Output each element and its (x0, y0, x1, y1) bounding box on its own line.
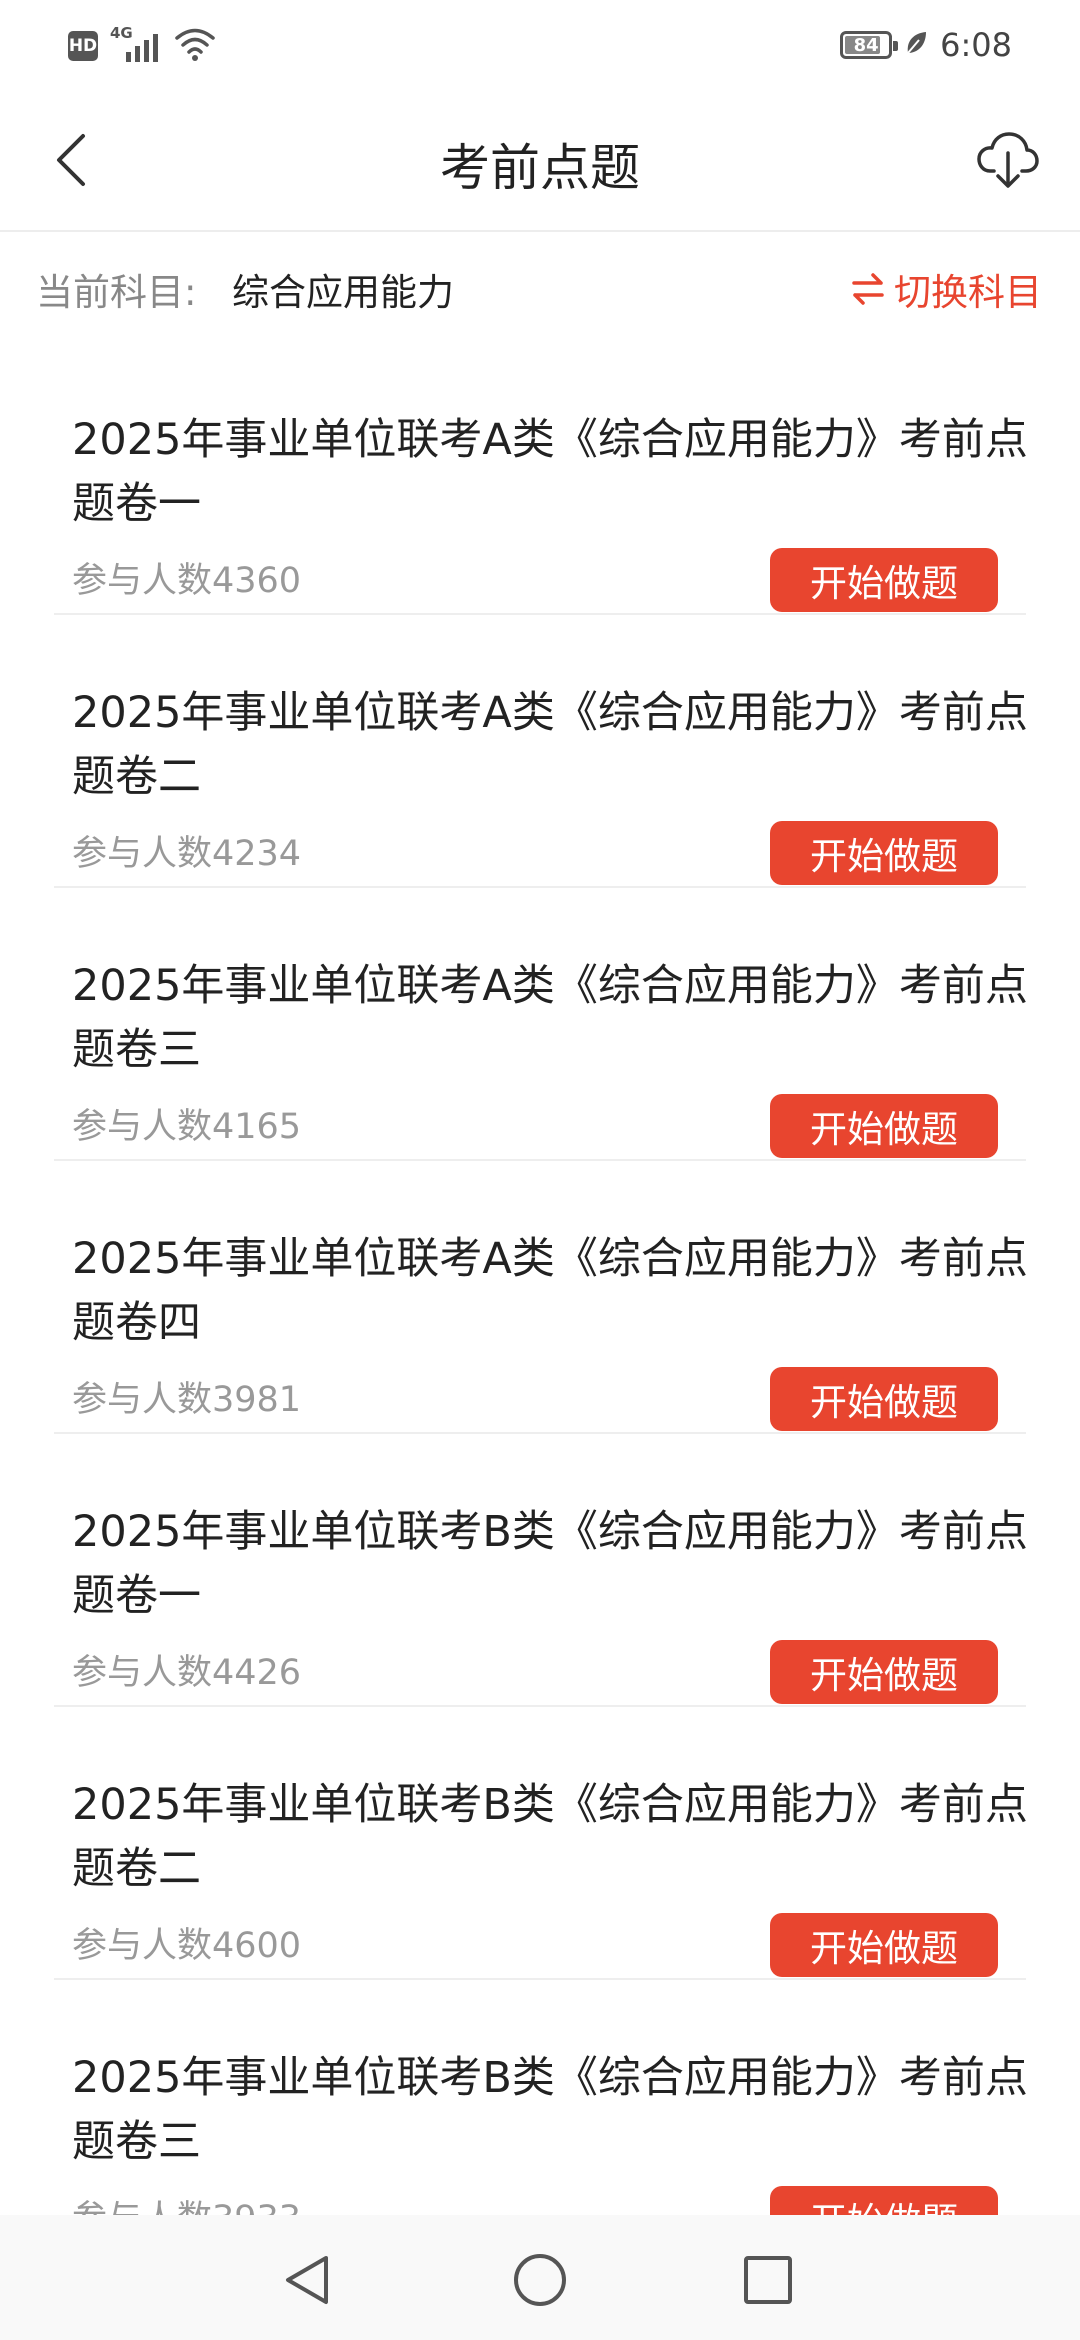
list-item[interactable]: 2025年事业单位联考B类《综合应用能力》考前点题卷三 参与人数3933 开始做… (54, 1980, 1028, 2215)
switch-subject-button[interactable]: 切换科目 (850, 262, 1042, 316)
participant-count: 参与人数3933 (72, 2190, 301, 2215)
subject-bar: 当前科目: 综合应用能力 切换科目 (0, 232, 1080, 342)
participant-count: 参与人数4600 (72, 1926, 302, 1966)
status-bar: HD 4G 84 6:08 (0, 0, 1080, 90)
wifi-icon (174, 26, 216, 66)
nav-recent-icon (744, 2256, 792, 2304)
paper-title: 2025年事业单位联考B类《综合应用能力》考前点题卷三 (72, 2053, 1028, 2167)
paper-title: 2025年事业单位联考A类《综合应用能力》考前点题卷二 (72, 688, 1028, 802)
nav-home-icon (514, 2254, 566, 2306)
system-nav-bar (0, 2215, 1080, 2340)
switch-subject-label: 切换科目 (894, 271, 1042, 314)
participant-count: 参与人数3981 (72, 1380, 302, 1420)
paper-title: 2025年事业单位联考B类《综合应用能力》考前点题卷一 (72, 1507, 1028, 1621)
start-quiz-button[interactable]: 开始做题 (770, 821, 998, 885)
list-item[interactable]: 2025年事业单位联考A类《综合应用能力》考前点题卷二 参与人数4234 开始做… (54, 615, 1028, 888)
cloud-download-icon (977, 132, 1039, 188)
status-bar-right: 84 6:08 (840, 22, 1012, 68)
battery-level: 84 (853, 34, 879, 56)
start-quiz-button[interactable]: 开始做题 (770, 1640, 998, 1704)
subject-value: 综合应用能力 (232, 271, 454, 314)
swap-arrows-icon (852, 273, 884, 305)
download-button[interactable] (968, 120, 1048, 200)
page-title: 考前点题 (440, 139, 640, 197)
start-quiz-button[interactable]: 开始做题 (770, 1913, 998, 1977)
nav-recent-button[interactable] (733, 2245, 803, 2315)
list-item[interactable]: 2025年事业单位联考A类《综合应用能力》考前点题卷三 参与人数4165 开始做… (54, 888, 1028, 1161)
list-item[interactable]: 2025年事业单位联考B类《综合应用能力》考前点题卷二 参与人数4600 开始做… (54, 1707, 1028, 1980)
start-quiz-button[interactable]: 开始做题 (770, 1094, 998, 1158)
screen: HD 4G 84 6:08 考前点题 当前科目: 综合应用能力 切换科目 202… (0, 0, 1080, 2340)
participant-count: 参与人数4426 (72, 1653, 302, 1693)
battery-icon: 84 (840, 31, 899, 59)
status-bar-left: HD 4G (68, 24, 216, 66)
exam-paper-list: 2025年事业单位联考A类《综合应用能力》考前点题卷一 参与人数4360 开始做… (0, 342, 1080, 2215)
participant-count: 参与人数4165 (72, 1107, 302, 1147)
paper-title: 2025年事业单位联考A类《综合应用能力》考前点题卷一 (72, 415, 1028, 529)
app-header: 考前点题 (0, 90, 1080, 232)
start-quiz-button[interactable]: 开始做题 (770, 548, 998, 612)
participant-count: 参与人数4234 (72, 834, 302, 874)
hd-badge: HD (68, 31, 98, 61)
leaf-icon (904, 29, 928, 61)
nav-back-icon (286, 2256, 328, 2304)
signal-icon: 4G (110, 24, 162, 64)
start-quiz-button[interactable]: 开始做题 (770, 1367, 998, 1431)
paper-title: 2025年事业单位联考A类《综合应用能力》考前点题卷三 (72, 961, 1028, 1075)
paper-title: 2025年事业单位联考B类《综合应用能力》考前点题卷二 (72, 1780, 1028, 1894)
list-item[interactable]: 2025年事业单位联考A类《综合应用能力》考前点题卷一 参与人数4360 开始做… (54, 342, 1028, 615)
clock: 6:08 (940, 26, 1012, 64)
nav-home-button[interactable] (505, 2245, 575, 2315)
list-item[interactable]: 2025年事业单位联考A类《综合应用能力》考前点题卷四 参与人数3981 开始做… (54, 1161, 1028, 1434)
start-quiz-button[interactable]: 开始做题 (770, 2186, 998, 2215)
participant-count: 参与人数4360 (72, 561, 302, 601)
nav-back-button[interactable] (272, 2245, 342, 2315)
subject-label: 当前科目: (36, 271, 197, 314)
list-item[interactable]: 2025年事业单位联考B类《综合应用能力》考前点题卷一 参与人数4426 开始做… (54, 1434, 1028, 1707)
paper-title: 2025年事业单位联考A类《综合应用能力》考前点题卷四 (72, 1234, 1028, 1348)
